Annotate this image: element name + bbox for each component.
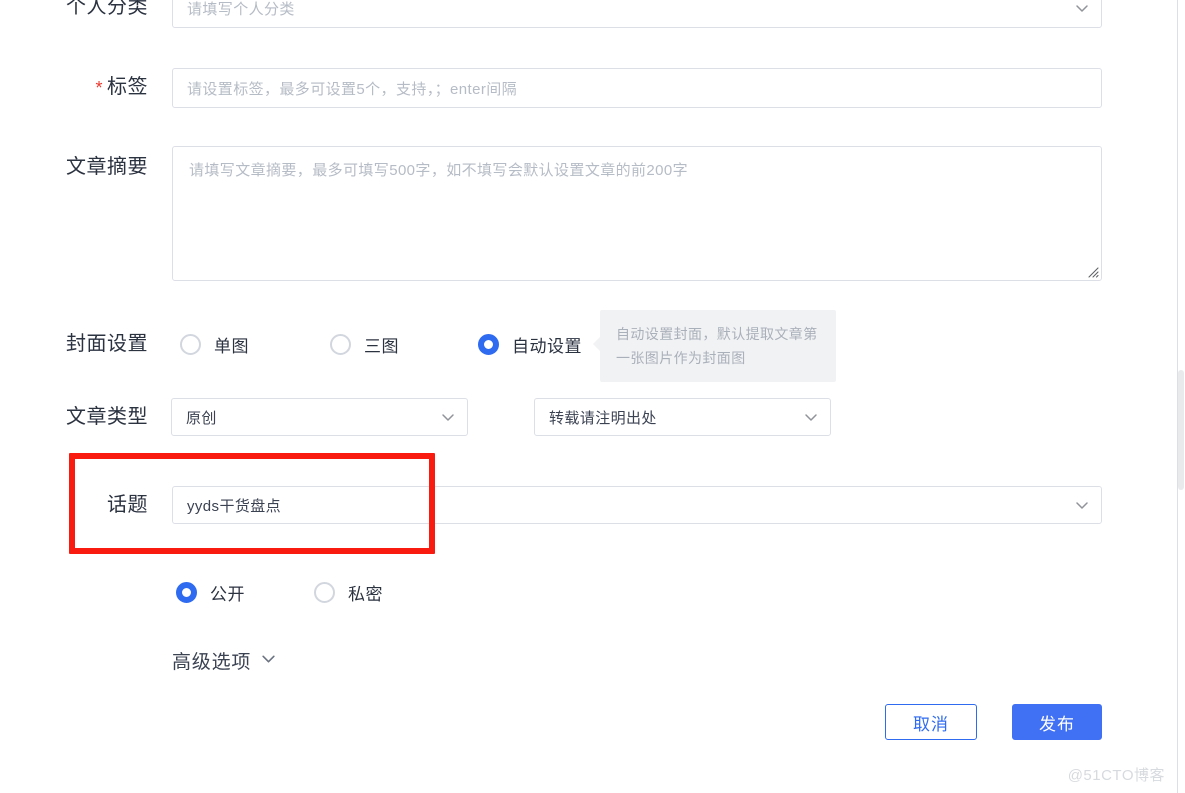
tags-label: * 标签 bbox=[44, 74, 148, 101]
cover-settings-label: 封面设置 bbox=[44, 331, 148, 357]
publish-button-label: 发布 bbox=[1039, 714, 1075, 734]
cover-option-single-label: 单图 bbox=[214, 337, 249, 356]
radio-icon[interactable] bbox=[314, 582, 335, 603]
personal-category-label: 个人分类 bbox=[44, 0, 148, 20]
advanced-options-label: 高级选项 bbox=[172, 652, 252, 673]
vertical-scrollbar-thumb[interactable] bbox=[1178, 370, 1184, 490]
cancel-button-label: 取消 bbox=[913, 714, 949, 734]
article-type-label: 文章类型 bbox=[44, 404, 148, 430]
personal-category-select[interactable]: 请填写个人分类 bbox=[172, 0, 1102, 28]
summary-label: 文章摘要 bbox=[44, 154, 148, 180]
chevron-down-icon[interactable] bbox=[1075, 1, 1089, 15]
required-asterisk: * bbox=[95, 78, 103, 98]
reprint-note-select[interactable]: 转载请注明出处 bbox=[534, 398, 831, 436]
chevron-down-icon[interactable] bbox=[1075, 498, 1089, 512]
visibility-option-public-label: 公开 bbox=[210, 585, 245, 604]
radio-icon-selected[interactable] bbox=[478, 334, 499, 355]
tags-placeholder: 请设置标签，最多可设置5个，支持，；enter间隔 bbox=[187, 80, 518, 98]
summary-label-text: 文章摘要 bbox=[66, 156, 148, 178]
publish-button[interactable]: 发布 bbox=[1012, 704, 1102, 740]
visibility-radio-group: 公开 私密 bbox=[176, 580, 383, 605]
publish-settings-page: 个人分类 请填写个人分类 * 标签 请设置标签，最多可设置5个，支持，；enter… bbox=[0, 0, 1185, 793]
summary-placeholder: 请填写文章摘要，最多可填写500字，如不填写会默认设置文章的前200字 bbox=[189, 162, 689, 179]
summary-textarea[interactable]: 请填写文章摘要，最多可填写500字，如不填写会默认设置文章的前200字 bbox=[172, 146, 1102, 281]
radio-icon[interactable] bbox=[180, 334, 201, 355]
topic-select[interactable]: yyds干货盘点 bbox=[172, 486, 1102, 524]
chevron-down-icon[interactable] bbox=[441, 410, 455, 424]
chevron-down-icon[interactable] bbox=[804, 410, 818, 424]
cover-auto-hint: 自动设置封面，默认提取文章第一张图片作为封面图 bbox=[593, 310, 836, 382]
advanced-options-toggle[interactable]: 高级选项 bbox=[172, 647, 276, 674]
visibility-option-private[interactable]: 私密 bbox=[314, 580, 383, 605]
cover-option-single[interactable]: 单图 bbox=[180, 332, 330, 357]
cover-option-auto-label: 自动设置 bbox=[512, 337, 582, 356]
topic-label: 话题 bbox=[44, 492, 148, 518]
watermark: @51CTO博客 bbox=[1067, 767, 1165, 784]
cover-option-triple-label: 三图 bbox=[364, 337, 399, 356]
article-type-value: 原创 bbox=[186, 409, 217, 427]
radio-icon-selected[interactable] bbox=[176, 582, 197, 603]
hint-arrow-icon bbox=[593, 336, 601, 352]
topic-value: yyds干货盘点 bbox=[187, 497, 282, 515]
reprint-note-value: 转载请注明出处 bbox=[549, 409, 657, 427]
cover-settings-label-text: 封面设置 bbox=[66, 333, 148, 355]
personal-category-label-text: 个人分类 bbox=[66, 0, 148, 18]
personal-category-placeholder: 请填写个人分类 bbox=[187, 0, 295, 18]
cover-auto-hint-text: 自动设置封面，默认提取文章第一张图片作为封面图 bbox=[616, 326, 818, 366]
cancel-button[interactable]: 取消 bbox=[885, 704, 977, 740]
resize-handle-icon[interactable] bbox=[1085, 264, 1099, 278]
article-type-label-text: 文章类型 bbox=[66, 406, 148, 428]
visibility-option-private-label: 私密 bbox=[348, 585, 383, 604]
cover-option-triple[interactable]: 三图 bbox=[330, 332, 478, 357]
radio-icon[interactable] bbox=[330, 334, 351, 355]
visibility-option-public[interactable]: 公开 bbox=[176, 580, 314, 605]
cover-settings-radio-group: 单图 三图 自动设置 bbox=[180, 332, 582, 357]
tags-label-text: 标签 bbox=[107, 76, 148, 98]
chevron-down-icon[interactable] bbox=[261, 651, 276, 671]
topic-label-text: 话题 bbox=[107, 494, 148, 516]
tags-input[interactable]: 请设置标签，最多可设置5个，支持，；enter间隔 bbox=[172, 68, 1102, 108]
article-type-select[interactable]: 原创 bbox=[171, 398, 468, 436]
cover-option-auto[interactable]: 自动设置 bbox=[478, 332, 582, 357]
